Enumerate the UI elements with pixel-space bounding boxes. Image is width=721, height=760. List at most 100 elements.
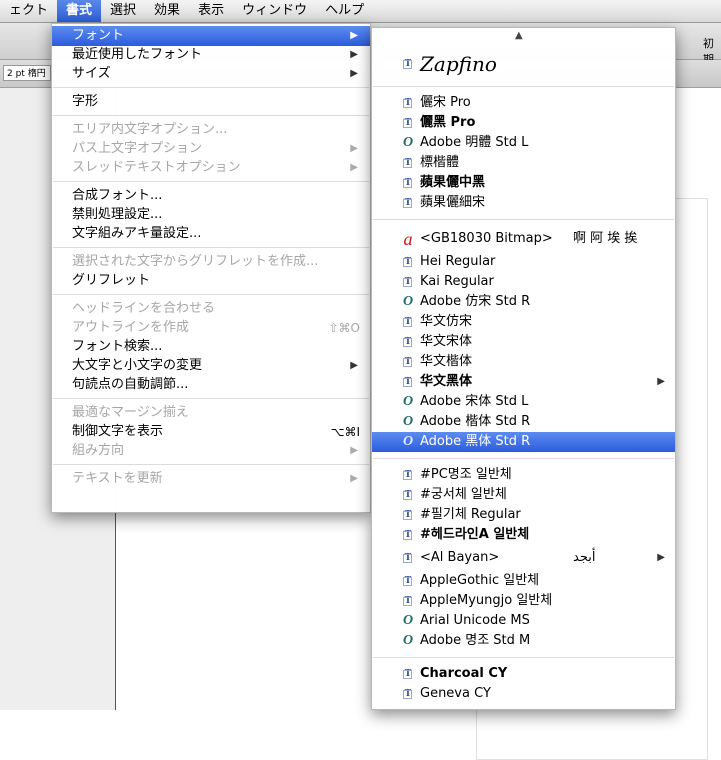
font-menu-item[interactable]: T 华文宋体 (372, 332, 675, 352)
font-name: #헤드라인A 일반체 (420, 527, 530, 542)
format-menu-item[interactable]: 字形 (52, 92, 370, 112)
font-menu-item[interactable]: T 儷黑 Pro (372, 113, 675, 133)
opentype-font-icon: O (402, 135, 414, 150)
menubar-item[interactable]: 書式 (57, 0, 102, 22)
font-name: Adobe 仿宋 Std R (420, 294, 531, 309)
font-menu-item[interactable]: T 华文黑体 ▶ (372, 372, 675, 392)
opentype-font-icon: O (402, 394, 414, 409)
font-menu-item[interactable]: O Arial Unicode MS (372, 611, 675, 631)
font-menu-item[interactable]: O Adobe 明體 Std L (372, 133, 675, 153)
truetype-font-icon: T (401, 508, 415, 522)
font-menu-item[interactable]: T <Al Bayan> ﺃﺑﺠﺪ ▶ (372, 545, 675, 571)
truetype-font-icon: T (401, 335, 415, 349)
menu-separator (53, 464, 369, 465)
menu-separator (373, 86, 674, 87)
menu-item-label: 最適なマージン揃え (72, 405, 189, 420)
font-menu-item[interactable]: T #헤드라인A 일반체 (372, 525, 675, 545)
font-name: Arial Unicode MS (420, 613, 530, 628)
font-name: Kai Regular (420, 274, 494, 289)
format-menu-item[interactable]: 大文字と小文字の変更 ▶ (52, 356, 370, 376)
font-menu-item[interactable]: T #필기체 Regular (372, 505, 675, 525)
menu-item-label: 組み方向 (72, 443, 125, 458)
menu-item-label: 制御文字を表示 (72, 424, 164, 439)
font-name: Zapfino (420, 52, 497, 76)
font-menu-item[interactable]: T 標楷體 (372, 153, 675, 173)
truetype-font-icon: T (401, 488, 415, 502)
format-menu-item: 組み方向 ▶ (52, 441, 370, 461)
font-name: 標楷體 (420, 155, 460, 170)
menu-item-label: エリア内文字オプション... (72, 122, 228, 137)
font-menu-item[interactable]: T AppleMyungjo 일반체 (372, 591, 675, 611)
menu-item-label: 句読点の自動調節... (72, 377, 189, 392)
font-name: Adobe 黑体 Std R (420, 434, 531, 449)
font-menu-item[interactable]: T Hei Regular (372, 252, 675, 272)
triangle-up-icon[interactable]: ▲ (515, 30, 523, 41)
truetype-font-icon: T (401, 196, 415, 210)
format-menu-item: テキストを更新 ▶ (52, 469, 370, 489)
font-menu-item[interactable]: T #PC명조 일반체 (372, 465, 675, 485)
submenu-arrow-icon: ▶ (350, 30, 358, 41)
format-menu-item[interactable]: グリフレット (52, 271, 370, 291)
truetype-font-icon: T (401, 57, 415, 71)
opentype-font-icon: O (402, 613, 414, 628)
font-menu-item[interactable]: O Adobe 仿宋 Std R (372, 292, 675, 312)
menubar-item[interactable]: 効果 (145, 0, 189, 22)
menubar-item[interactable]: ェクト (0, 0, 57, 22)
font-menu-item[interactable]: T 华文楷体 (372, 352, 675, 372)
menu-item-label: 文字組みアキ量設定... (72, 226, 202, 241)
menu-separator (373, 219, 674, 220)
font-menu-item[interactable]: T 华文仿宋 (372, 312, 675, 332)
menu-separator (373, 657, 674, 658)
menubar-item[interactable]: ウィンドウ (233, 0, 316, 22)
menu-shortcut: ⇧⌘O (328, 321, 361, 335)
font-menu-item[interactable]: T Zapfino (372, 48, 675, 80)
font-menu-item[interactable]: T 儷宋 Pro (372, 93, 675, 113)
menu-item-label: パス上文字オプション (72, 141, 203, 156)
submenu-arrow-icon: ▶ (350, 49, 358, 60)
font-menu-item[interactable]: T #궁서체 일반체 (372, 485, 675, 505)
menubar-item[interactable]: ヘルプ (316, 0, 373, 22)
format-menu-item: 選択された文字からグリフレットを作成... (52, 252, 370, 272)
format-menu-item[interactable]: 禁則処理設定... (52, 205, 370, 225)
font-name: #필기체 Regular (420, 507, 521, 522)
menu-separator (53, 87, 369, 88)
font-name: 儷宋 Pro (420, 95, 471, 110)
format-menu-item[interactable]: 句読点の自動調節... (52, 375, 370, 395)
font-menu-item[interactable]: T Geneva CY (372, 684, 675, 704)
font-menu-item[interactable]: T 蘋果儷細宋 (372, 193, 675, 213)
menu-separator (53, 181, 369, 182)
submenu-arrow-icon: ▶ (350, 445, 358, 456)
font-menu-item[interactable]: T Kai Regular (372, 272, 675, 292)
format-menu-item[interactable]: サイズ ▶ (52, 64, 370, 84)
font-menu-item[interactable]: O Adobe 楷体 Std R (372, 412, 675, 432)
font-name: Adobe 宋体 Std L (420, 394, 529, 409)
format-menu-item[interactable]: 文字組みアキ量設定... (52, 224, 370, 244)
font-menu-item[interactable]: T AppleGothic 일반체 (372, 571, 675, 591)
bitmap-font-icon: a (403, 229, 413, 249)
menubar-item[interactable]: 表示 (189, 0, 233, 22)
font-sample: ﺃﺑﺠﺪ (573, 550, 596, 565)
font-menu-item[interactable]: a <GB18030 Bitmap> 啊 阿 埃 挨 (372, 226, 675, 252)
format-menu-item[interactable]: 合成フォント... (52, 186, 370, 206)
format-menu-item: スレッドテキストオプション ▶ (52, 158, 370, 178)
format-menu-item[interactable]: 制御文字を表示 ⌥⌘I (52, 422, 370, 442)
menu-item-label: グリフレット (72, 273, 151, 288)
font-menu-item[interactable]: O Adobe 명조 Std M (372, 631, 675, 651)
font-name: 华文宋体 (420, 334, 473, 349)
menubar-item[interactable]: 選択 (101, 0, 145, 22)
font-submenu: ▲ T Zapfino T 儷宋 Pro T 儷黑 Pro O Adobe 明體 Std LT標… (371, 27, 676, 710)
format-menu-item[interactable]: フォント ▶ (52, 26, 370, 46)
font-name: #PC명조 일반체 (420, 467, 512, 482)
font-menu-item[interactable]: O Adobe 黑体 Std R (372, 432, 675, 452)
font-menu-item[interactable]: O Adobe 宋体 Std L (372, 392, 675, 412)
format-menu-item[interactable]: 最近使用したフォント ▶ (52, 45, 370, 65)
truetype-font-icon: T (401, 176, 415, 190)
menu-item-label: サイズ (72, 66, 111, 81)
font-name: #궁서체 일반체 (420, 487, 507, 502)
stroke-field[interactable]: 2 pt 楕円 (3, 65, 51, 81)
font-menu-item[interactable]: T 蘋果儷中黑 (372, 173, 675, 193)
font-name: Charcoal CY (420, 666, 508, 681)
format-menu-item[interactable]: フォント検索... (52, 337, 370, 357)
font-menu-item[interactable]: T Charcoal CY (372, 664, 675, 684)
opentype-font-icon: O (402, 434, 414, 449)
